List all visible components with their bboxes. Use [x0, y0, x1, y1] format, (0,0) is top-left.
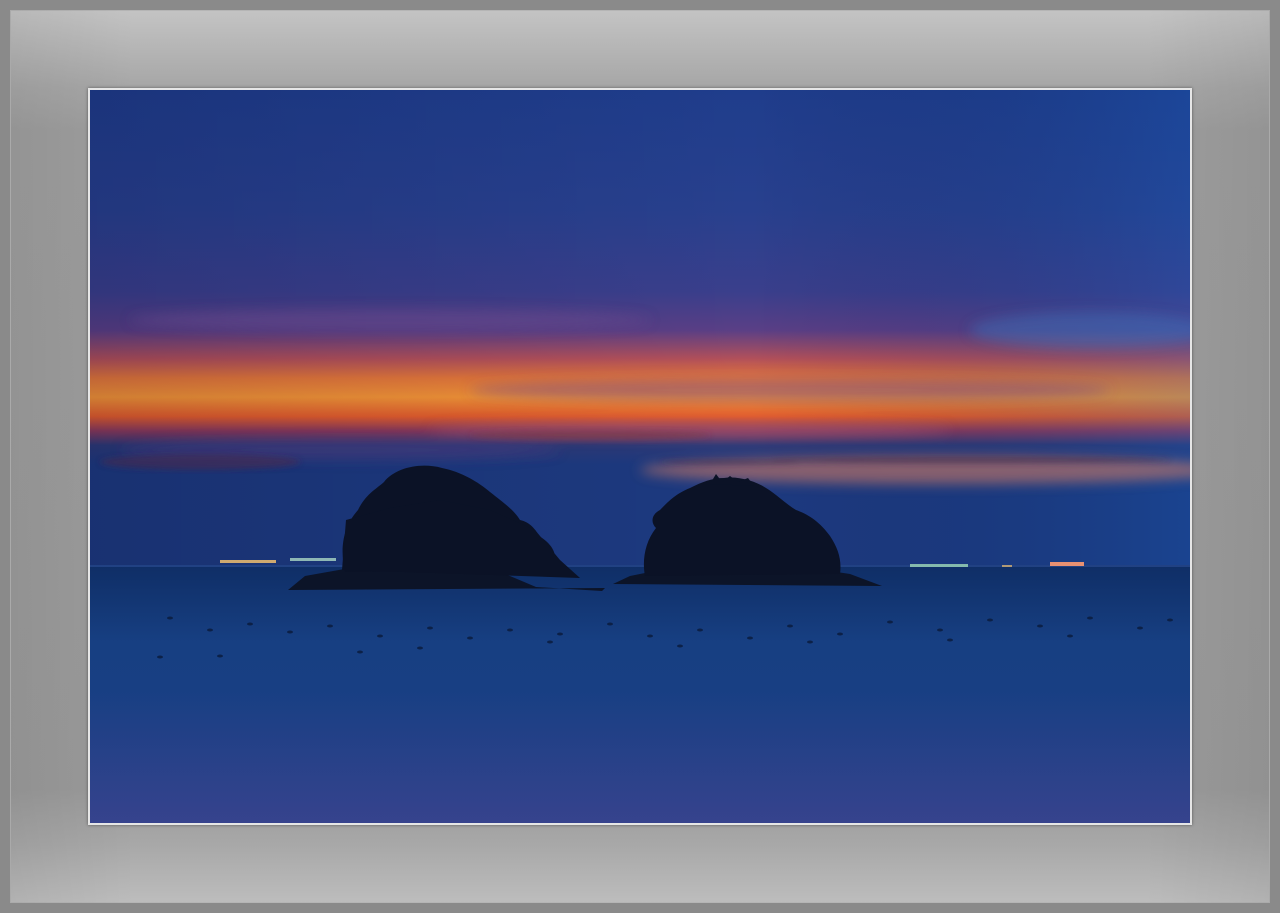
picture-frame: [0, 0, 1280, 913]
seascape-photo: [90, 90, 1190, 823]
photo: [90, 90, 1190, 823]
